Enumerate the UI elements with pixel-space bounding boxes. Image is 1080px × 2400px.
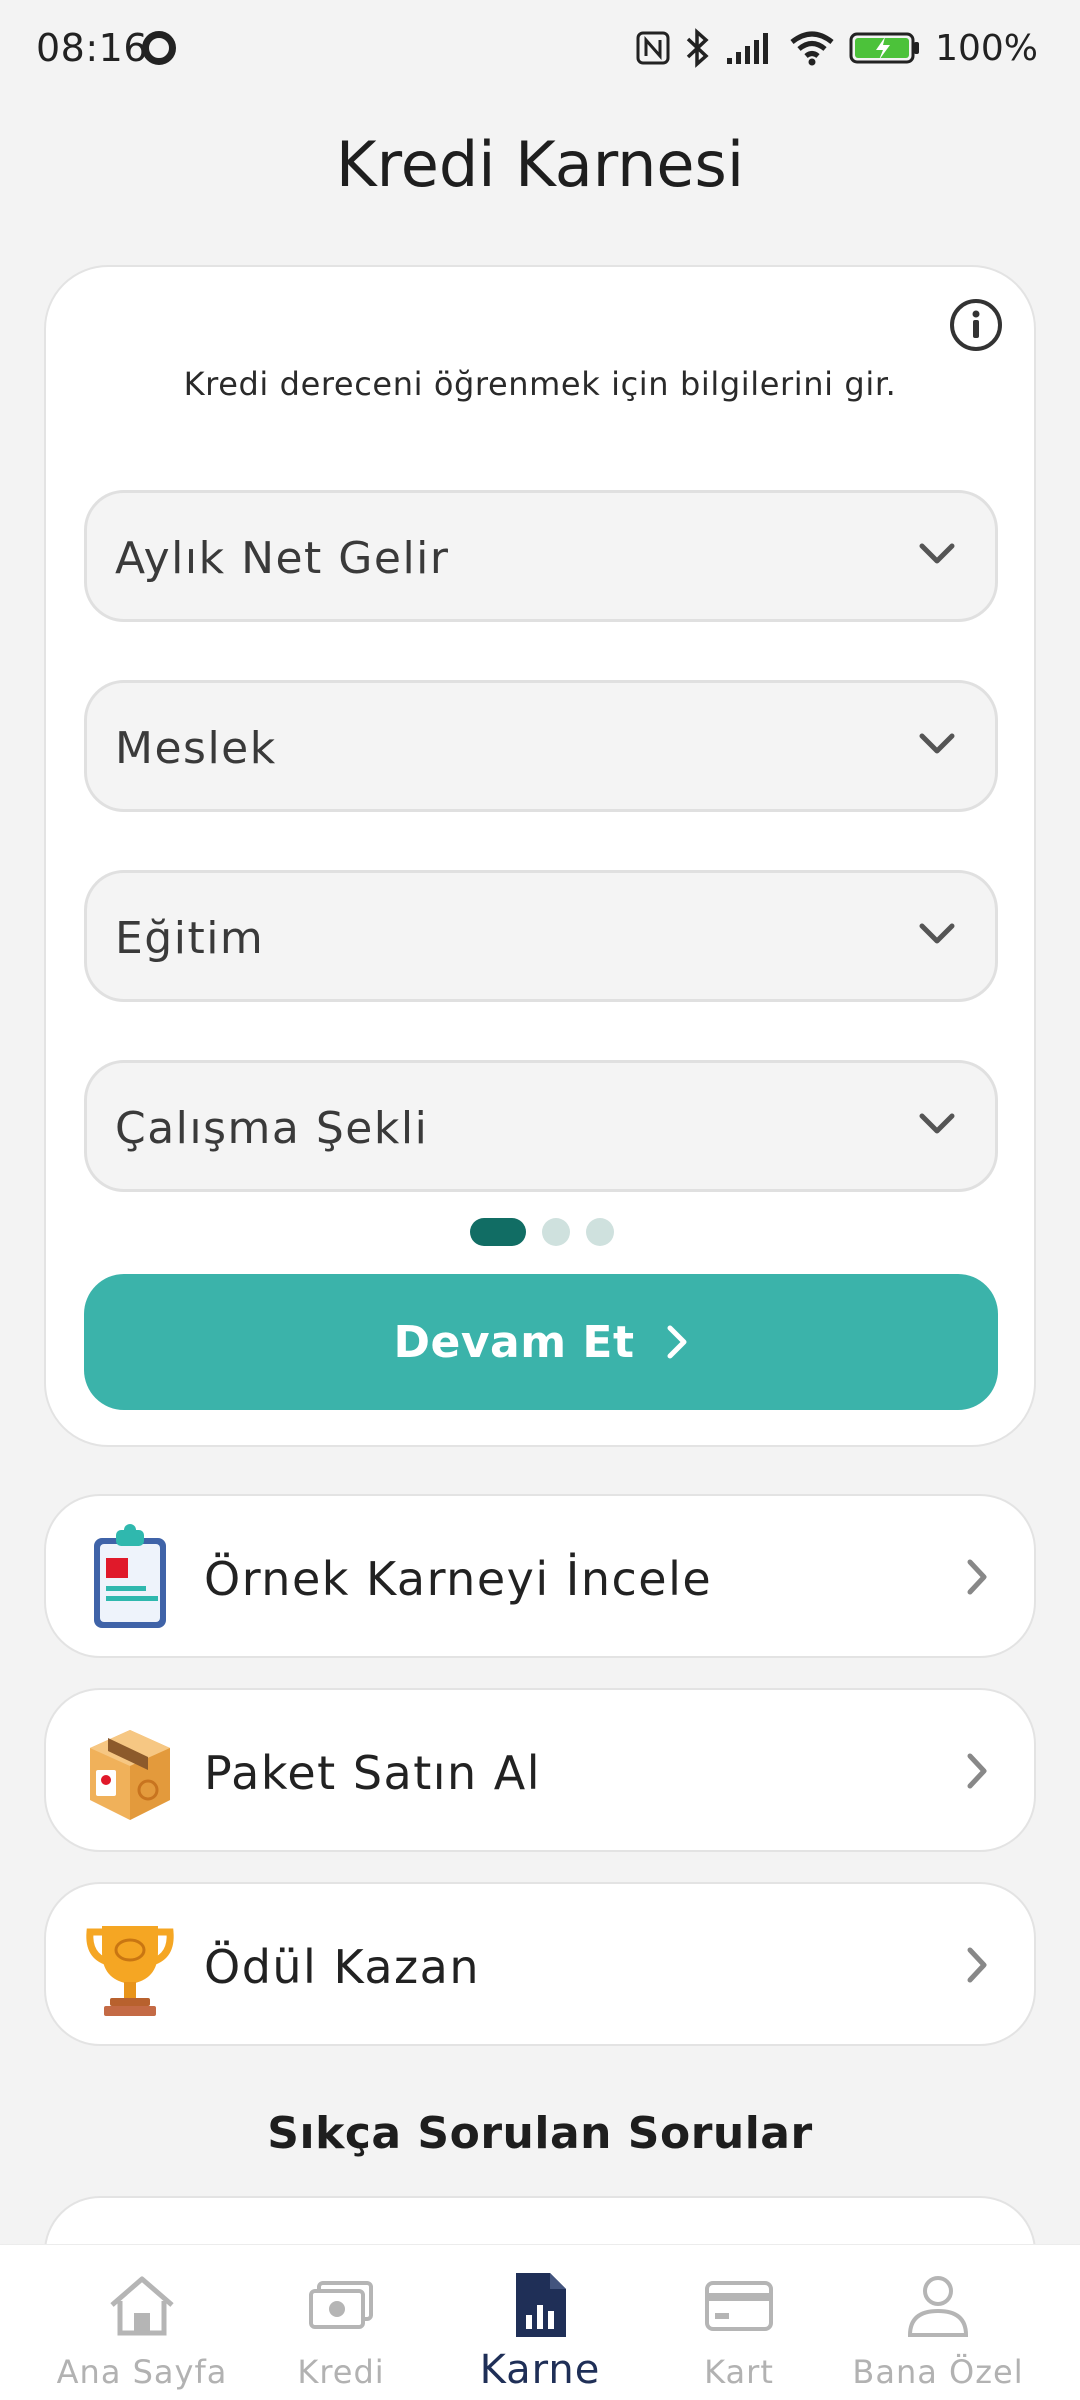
faq-title: Sıkça Sorulan Sorular — [267, 2108, 813, 2159]
pager-dot — [586, 1218, 614, 1246]
package-box-icon — [90, 1730, 170, 1820]
select-label: Meslek — [115, 723, 277, 774]
nav-label: Karne — [479, 2347, 601, 2393]
wifi-icon — [790, 31, 834, 66]
select-label: Çalışma Şekli — [115, 1103, 429, 1154]
battery-percent: 100% — [935, 27, 1038, 69]
money-icon — [309, 2281, 373, 2329]
signal-icon — [727, 33, 769, 64]
status-time: 08:16 — [36, 26, 149, 70]
status-bar: 08:16 100% — [0, 0, 1080, 96]
home-icon — [110, 2276, 174, 2336]
chevron-right-icon — [967, 1753, 987, 1789]
education-select[interactable]: Eğitim — [84, 870, 998, 1002]
chevron-right-icon — [667, 1325, 686, 1359]
screen: 08:16 100% Kredi Karnesi Kredi dereceni … — [0, 0, 1080, 2400]
chevron-down-icon — [919, 733, 955, 754]
user-icon — [907, 2276, 969, 2337]
clipboard-icon — [94, 1524, 166, 1628]
chevron-right-icon — [967, 1559, 987, 1595]
notification-ring-icon — [142, 31, 176, 65]
monthly-income-select[interactable]: Aylık Net Gelir — [84, 490, 998, 622]
nav-label: Ana Sayfa — [56, 2353, 228, 2391]
pager-dot-active — [470, 1218, 526, 1246]
occupation-select[interactable]: Meslek — [84, 680, 998, 812]
nav-item-home[interactable]: Ana Sayfa — [34, 2245, 250, 2400]
select-label: Eğitim — [115, 913, 265, 964]
nav-item-report[interactable]: Karne — [432, 2245, 648, 2400]
chevron-right-icon — [967, 1947, 987, 1983]
action-label: Ödül Kazan — [204, 1940, 480, 1994]
credit-form-card: Kredi dereceni öğrenmek için bilgilerini… — [44, 265, 1036, 1447]
status-icons: 100% — [635, 24, 1038, 72]
nav-item-card[interactable]: Kart — [631, 2245, 847, 2400]
select-label: Aylık Net Gelir — [115, 533, 450, 584]
nav-label: Kart — [704, 2353, 774, 2391]
bottom-nav: Ana Sayfa Kredi Karne Kart Bana Özel — [0, 2244, 1080, 2400]
earn-reward-row[interactable]: Ödül Kazan — [44, 1882, 1036, 2046]
nfc-icon — [636, 31, 670, 65]
nav-label: Bana Özel — [852, 2353, 1024, 2391]
battery-icon — [849, 32, 920, 64]
chevron-down-icon — [919, 543, 955, 564]
continue-button[interactable]: Devam Et — [84, 1274, 998, 1410]
employment-type-select[interactable]: Çalışma Şekli — [84, 1060, 998, 1192]
nav-label: Kredi — [297, 2353, 385, 2391]
continue-label: Devam Et — [393, 1316, 635, 1368]
chevron-down-icon — [919, 923, 955, 944]
info-icon[interactable] — [948, 297, 1004, 353]
report-icon — [516, 2273, 566, 2337]
action-label: Örnek Karneyi İncele — [204, 1552, 713, 1606]
pager-dots — [46, 1218, 1034, 1246]
chevron-down-icon — [919, 1113, 955, 1134]
view-sample-report-row[interactable]: Örnek Karneyi İncele — [44, 1494, 1036, 1658]
card-subtitle: Kredi dereceni öğrenmek için bilgilerini… — [183, 365, 897, 403]
nav-item-personal[interactable]: Bana Özel — [830, 2245, 1046, 2400]
card-icon — [705, 2281, 773, 2331]
action-label: Paket Satın Al — [204, 1746, 542, 1800]
nav-item-credit[interactable]: Kredi — [233, 2245, 449, 2400]
buy-package-row[interactable]: Paket Satın Al — [44, 1688, 1036, 1852]
pager-dot — [542, 1218, 570, 1246]
page-title: Kredi Karnesi — [335, 128, 745, 201]
trophy-icon — [86, 1926, 174, 2016]
bluetooth-icon — [686, 28, 709, 68]
